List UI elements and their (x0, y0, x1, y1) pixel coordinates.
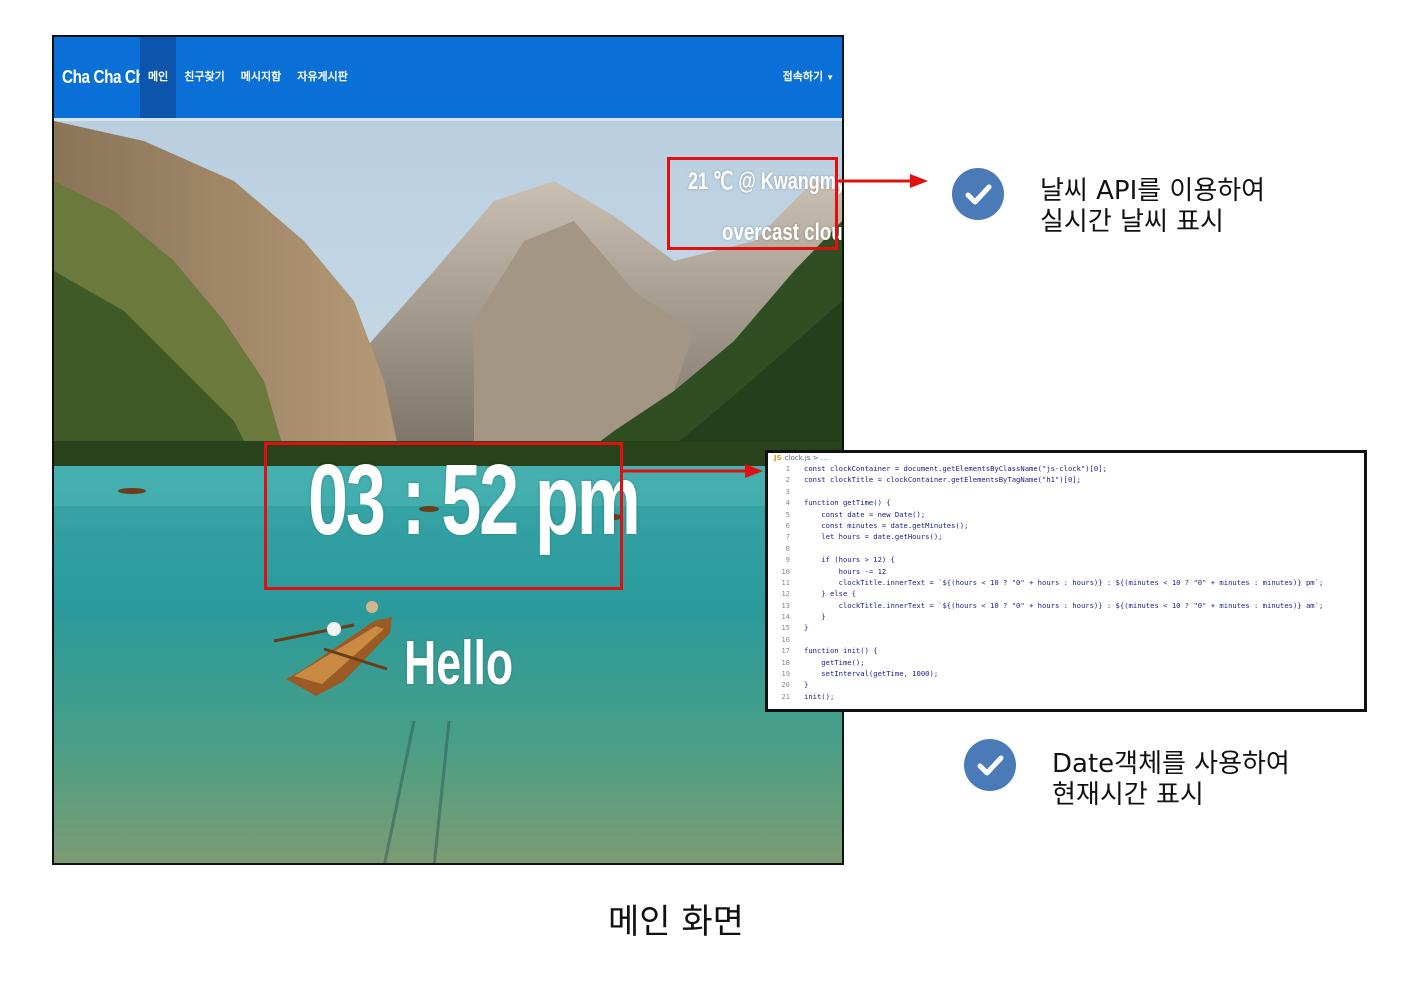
code-file-path: clock.js > ... (784, 454, 828, 462)
check-circle-icon (964, 739, 1016, 791)
code-text: clockTitle.innerText = `${(hours < 10 ? … (804, 577, 1324, 587)
line-number: 14 (781, 612, 790, 622)
code-text: } (804, 623, 809, 633)
line-number: 20 (781, 680, 790, 690)
code-text: function init() { (804, 646, 878, 656)
line-number: 4 (785, 498, 790, 508)
figure-caption: 메인 화면 (608, 902, 744, 942)
code-line: 15} (768, 622, 1364, 633)
code-line: 9 if (hours > 12) { (768, 554, 1364, 565)
code-text: const clockTitle = clockContainer.getEle… (804, 475, 1081, 485)
code-line: 18 getTime(); (768, 657, 1364, 668)
navbar: Cha Cha Chat 메인 친구찾기 메시지함 자유게시판 접속하기 ▼ (54, 37, 842, 121)
code-text: } (804, 612, 826, 622)
nav-item-main[interactable]: 메인 (140, 37, 177, 118)
clock-annotation-line: Date객체를 사용하여 (1052, 749, 1290, 779)
check-circle-icon (952, 168, 1004, 220)
line-number: 19 (781, 669, 790, 679)
weather-highlight-box (667, 157, 838, 250)
code-line: 5 const date = new Date(); (768, 509, 1364, 520)
code-text: hours -= 12 (804, 566, 887, 576)
code-screenshot-clock-js: JS clock.js > ... 1 const clockContainer =… (765, 450, 1367, 712)
login-dropdown-label: 접속하기 (782, 71, 824, 83)
nav-menu: 메인 친구찾기 메시지함 자유게시판 (140, 37, 356, 118)
line-number: 3 (785, 486, 790, 496)
weather-annotation-line: 실시간 날씨 표시 (1040, 207, 1224, 237)
code-line: 12 } else { (768, 588, 1364, 599)
code-text: const date = new Date(); (804, 509, 926, 519)
line-number: 16 (781, 634, 790, 644)
code-line: 19 setInterval(getTime, 1000); (768, 668, 1364, 679)
line-number: 6 (785, 520, 790, 530)
clock-annotation-line: 현재시간 표시 (1052, 780, 1204, 810)
login-dropdown[interactable]: 접속하기 ▼ (783, 37, 834, 118)
nav-item-find-friends[interactable]: 친구찾기 (176, 37, 232, 118)
clock-highlight-box (264, 442, 623, 590)
line-number: 9 (785, 555, 790, 565)
line-number: 2 (785, 475, 790, 485)
greeting-text: Hello (404, 629, 514, 698)
code-text: setInterval(getTime, 1000); (804, 669, 939, 679)
code-line: 14 } (768, 611, 1364, 622)
code-line: 20} (768, 679, 1364, 690)
line-number: 21 (781, 691, 790, 701)
line-number: 7 (785, 532, 790, 542)
code-line: 6 const minutes = date.getMinutes(); (768, 520, 1364, 531)
line-number: 12 (781, 589, 790, 599)
nav-item-board[interactable]: 자유게시판 (289, 37, 356, 118)
line-number: 13 (781, 600, 790, 610)
code-line: 7 let hours = date.getHours(); (768, 531, 1364, 542)
code-line: 11 clockTitle.innerText = `${(hours < 10… (768, 577, 1364, 588)
code-text: clockTitle.innerText = `${(hours < 10 ? … (804, 600, 1324, 610)
line-number: 10 (781, 566, 790, 576)
line-number: 15 (781, 623, 790, 633)
code-text: let hours = date.getHours(); (804, 532, 943, 542)
code-text: getTime(); (804, 657, 865, 667)
code-text: const clockContainer = document.getEleme… (804, 464, 1107, 473)
weather-annotation: 날씨 API를 이용하여 실시간 날씨 표시 (1040, 176, 1265, 238)
code-text: if (hours > 12) { (804, 555, 895, 565)
nav-item-messages[interactable]: 메시지함 (233, 37, 289, 118)
line-number: 18 (781, 657, 790, 667)
code-line: 21 init(); (768, 691, 1364, 702)
code-lines: 1 const clockContainer = document.getElem… (768, 463, 1364, 702)
js-file-icon: JS (774, 454, 782, 462)
code-line: 4 function getTime() { (768, 497, 1364, 508)
line-number: 5 (785, 509, 790, 519)
code-line: 3 (768, 486, 1364, 497)
line-number: 8 (785, 543, 790, 553)
code-line: 8 (768, 543, 1364, 554)
line-number: 1 (785, 464, 790, 473)
clock-annotation: Date객체를 사용하여 현재시간 표시 (1052, 749, 1290, 811)
code-file-tab: JS clock.js > ... (768, 453, 1364, 463)
code-line: 10 hours -= 12 (768, 566, 1364, 577)
weather-arrowhead-icon (910, 174, 928, 188)
weather-annotation-line: 날씨 API를 이용하여 (1040, 176, 1266, 206)
code-line: 17 function init() { (768, 645, 1364, 656)
code-line: 1 const clockContainer = document.getElem… (768, 463, 1364, 474)
code-line: 13 clockTitle.innerText = `${(hours < 10… (768, 600, 1364, 611)
line-number: 17 (781, 646, 790, 656)
code-text: const minutes = date.getMinutes(); (804, 520, 969, 530)
code-text: } (804, 680, 809, 690)
code-text: init(); (804, 691, 835, 701)
line-number: 11 (781, 577, 790, 587)
code-text: } else { (804, 589, 856, 599)
caret-down-icon: ▼ (826, 73, 834, 82)
code-text: function getTime() { (804, 498, 891, 508)
code-line: 2 const clockTitle = clockContainer.getEl… (768, 474, 1364, 485)
code-line: 16 (768, 634, 1364, 645)
